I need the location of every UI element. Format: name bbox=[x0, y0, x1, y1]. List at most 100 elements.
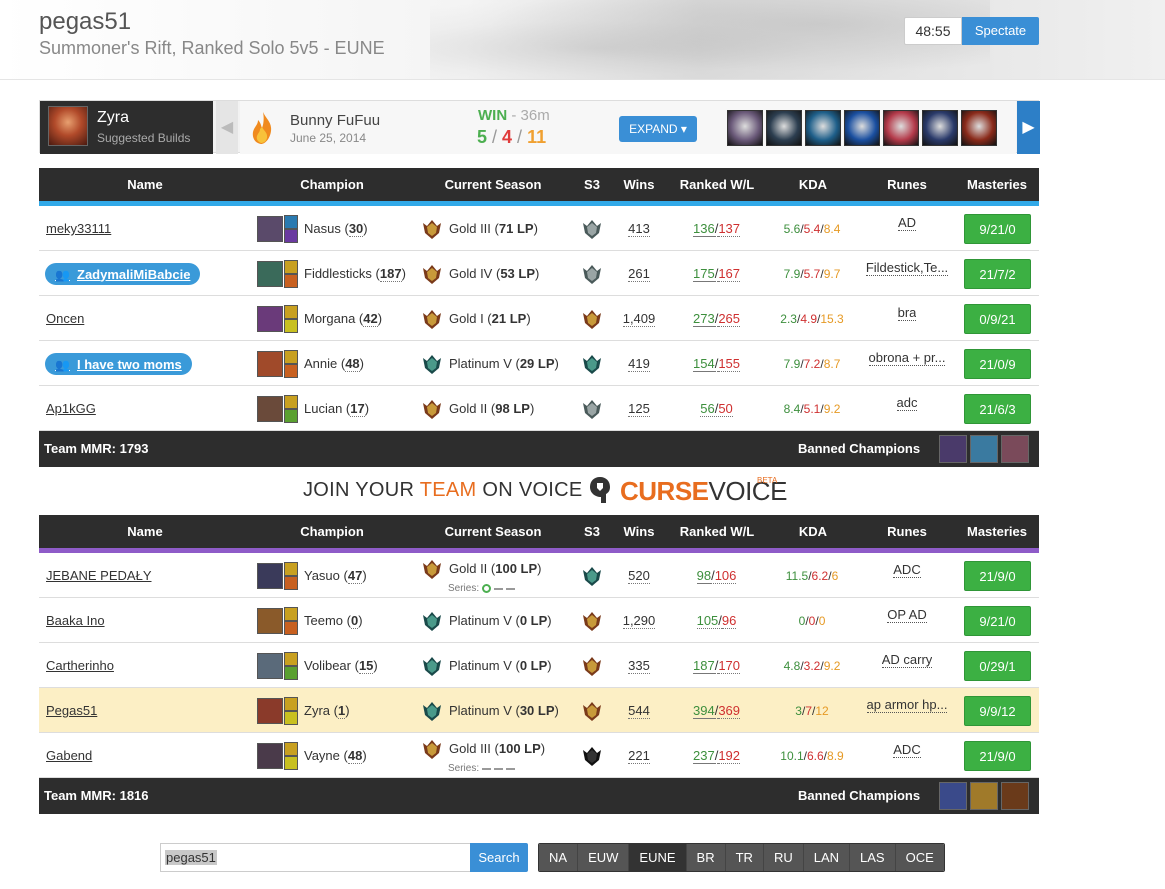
champion-cell[interactable]: Annie (48) bbox=[257, 341, 364, 386]
summoner-spells bbox=[284, 259, 298, 288]
ranked-wl: 56/50 bbox=[700, 400, 733, 417]
banned-champion-icon bbox=[1001, 782, 1029, 810]
search-button[interactable]: Search bbox=[470, 843, 528, 872]
spectate-button[interactable]: Spectate bbox=[962, 17, 1039, 45]
region-euw-button[interactable]: EUW bbox=[578, 844, 630, 871]
champion-panel[interactable]: Zyra Suggested Builds bbox=[40, 101, 213, 154]
spell-icon bbox=[284, 651, 298, 666]
table-header: Name Champion Current Season S3 Wins Ran… bbox=[39, 168, 1039, 201]
masteries-button[interactable]: 21/9/0 bbox=[964, 561, 1031, 591]
wins: 1,409 bbox=[622, 310, 656, 327]
item-icon[interactable] bbox=[844, 110, 880, 146]
runes[interactable]: ADC bbox=[861, 547, 953, 592]
banned-champion-icon bbox=[970, 435, 998, 463]
item-icon[interactable] bbox=[805, 110, 841, 146]
item-icon[interactable] bbox=[727, 110, 763, 146]
ranked-wl: 136/137 bbox=[692, 220, 741, 237]
runes[interactable]: obrona + pr... bbox=[861, 335, 953, 380]
masteries-button[interactable]: 21/9/0 bbox=[964, 741, 1031, 771]
masteries-button[interactable]: 9/21/0 bbox=[964, 214, 1031, 244]
runes[interactable]: ADC bbox=[861, 727, 953, 772]
runes[interactable]: OP AD bbox=[861, 592, 953, 637]
region-las-button[interactable]: LAS bbox=[850, 844, 896, 871]
item-icon[interactable] bbox=[883, 110, 919, 146]
wins: 1,290 bbox=[622, 612, 656, 629]
masteries-button[interactable]: 9/21/0 bbox=[964, 606, 1031, 636]
player-name-link[interactable]: Baaka Ino bbox=[46, 598, 105, 643]
player-name-link[interactable]: Ap1kGG bbox=[46, 386, 96, 431]
champion-cell[interactable]: Yasuo (47) bbox=[257, 553, 367, 598]
current-season-rank: Gold II (98 LP) bbox=[421, 386, 534, 431]
player-name-link[interactable]: JEBANE PEDAŁY bbox=[46, 553, 152, 598]
player-name-link[interactable]: Gabend bbox=[46, 733, 92, 778]
table-row: Gabend Vayne (48) Gold III (100 LP) Series:… bbox=[39, 733, 1039, 778]
region-oce-button[interactable]: OCE bbox=[895, 844, 944, 871]
curse-voice-banner[interactable]: JOIN YOUR TEAM ON VOICE CURSEVOICE BETA bbox=[0, 474, 1165, 506]
flame-icon bbox=[252, 112, 272, 144]
expand-button[interactable]: EXPAND ▾ bbox=[619, 116, 697, 142]
s3-tier-icon bbox=[579, 598, 605, 643]
tier-badge-icon bbox=[421, 263, 443, 285]
champion-cell[interactable]: Nasus (30) bbox=[257, 206, 368, 251]
table-header: Name Champion Current Season S3 Wins Ran… bbox=[39, 515, 1039, 548]
runes[interactable]: AD bbox=[861, 200, 953, 245]
game-subtitle: Summoner's Rift, Ranked Solo 5v5 - EUNE bbox=[39, 38, 385, 58]
masteries-button[interactable]: 21/6/3 bbox=[964, 394, 1031, 424]
table-row: Ap1kGG Lucian (17) Gold II (98 LP) 125 56/50… bbox=[39, 386, 1039, 431]
player-name-link[interactable]: meky33111 bbox=[46, 206, 111, 251]
tier-badge-icon bbox=[421, 655, 443, 677]
spell-icon bbox=[284, 561, 298, 576]
current-season-rank: Platinum V (29 LP) bbox=[421, 341, 559, 386]
region-lan-button[interactable]: LAN bbox=[803, 844, 851, 871]
player-name-link[interactable]: Cartherinho bbox=[46, 643, 114, 688]
spell-icon bbox=[284, 575, 298, 590]
spell-icon bbox=[284, 755, 298, 770]
summoner-search-input[interactable]: pegas51 bbox=[160, 843, 471, 872]
item-icon[interactable] bbox=[961, 110, 997, 146]
masteries-button[interactable]: 9/9/12 bbox=[964, 696, 1031, 726]
region-na-button[interactable]: NA bbox=[539, 844, 579, 871]
item-icon[interactable] bbox=[922, 110, 958, 146]
champion-cell[interactable]: Zyra (1) bbox=[257, 688, 350, 733]
chevron-right-icon[interactable]: ▶ bbox=[1017, 101, 1040, 154]
masteries-button[interactable]: 0/29/1 bbox=[964, 651, 1031, 681]
opponent-name: Bunny FuFuu bbox=[290, 112, 381, 129]
caret-down-icon: ▾ bbox=[680, 122, 687, 136]
runes[interactable]: AD carry bbox=[861, 637, 953, 682]
match-result: WIN - 36m bbox=[478, 107, 550, 124]
champion-cell[interactable]: Vayne (48) bbox=[257, 733, 367, 778]
runes[interactable]: adc bbox=[861, 380, 953, 425]
masteries-button[interactable]: 21/7/2 bbox=[964, 259, 1031, 289]
col-name: Name bbox=[127, 524, 163, 539]
summoner-title: pegas51 bbox=[39, 8, 132, 35]
region-br-button[interactable]: BR bbox=[686, 844, 726, 871]
banned-champions bbox=[939, 435, 1029, 463]
player-name-link[interactable]: Pegas51 bbox=[46, 688, 97, 733]
current-season-rank: Platinum V (0 LP) bbox=[421, 643, 552, 688]
runes[interactable]: ap armor hp... bbox=[861, 682, 953, 727]
item-icon[interactable] bbox=[766, 110, 802, 146]
champion-cell[interactable]: Volibear (15) bbox=[257, 643, 378, 688]
banned-champions-label: Banned Champions bbox=[798, 441, 921, 456]
rank-text: Gold III (71 LP) bbox=[449, 221, 538, 236]
champion-icon bbox=[257, 562, 283, 589]
spell-icon bbox=[284, 408, 298, 423]
player-name-link[interactable]: 👥 I have two moms bbox=[45, 353, 192, 375]
champion-cell[interactable]: Lucian (17) bbox=[257, 386, 369, 431]
region-selector: NA EUW EUNE BR TR RU LAN LAS OCE bbox=[538, 843, 945, 872]
s3-tier-icon bbox=[579, 296, 605, 341]
region-ru-button[interactable]: RU bbox=[763, 844, 804, 871]
champion-cell[interactable]: Morgana (42) bbox=[257, 296, 382, 341]
region-tr-button[interactable]: TR bbox=[725, 844, 764, 871]
summoner-spells bbox=[284, 349, 298, 378]
chevron-left-icon[interactable]: ◀ bbox=[216, 101, 238, 154]
region-eune-button[interactable]: EUNE bbox=[629, 844, 687, 871]
player-name-link[interactable]: 👥 ZadymaliMiBabcie bbox=[45, 263, 201, 285]
champion-cell[interactable]: Teemo (0) bbox=[257, 598, 363, 643]
runes[interactable]: bra bbox=[861, 290, 953, 335]
player-name-link[interactable]: Oncen bbox=[46, 296, 84, 341]
runes[interactable]: Fildestick,Te... bbox=[861, 245, 953, 290]
champion-cell[interactable]: Fiddlesticks (187) bbox=[257, 251, 406, 296]
masteries-button[interactable]: 0/9/21 bbox=[964, 304, 1031, 334]
masteries-button[interactable]: 21/0/9 bbox=[964, 349, 1031, 379]
